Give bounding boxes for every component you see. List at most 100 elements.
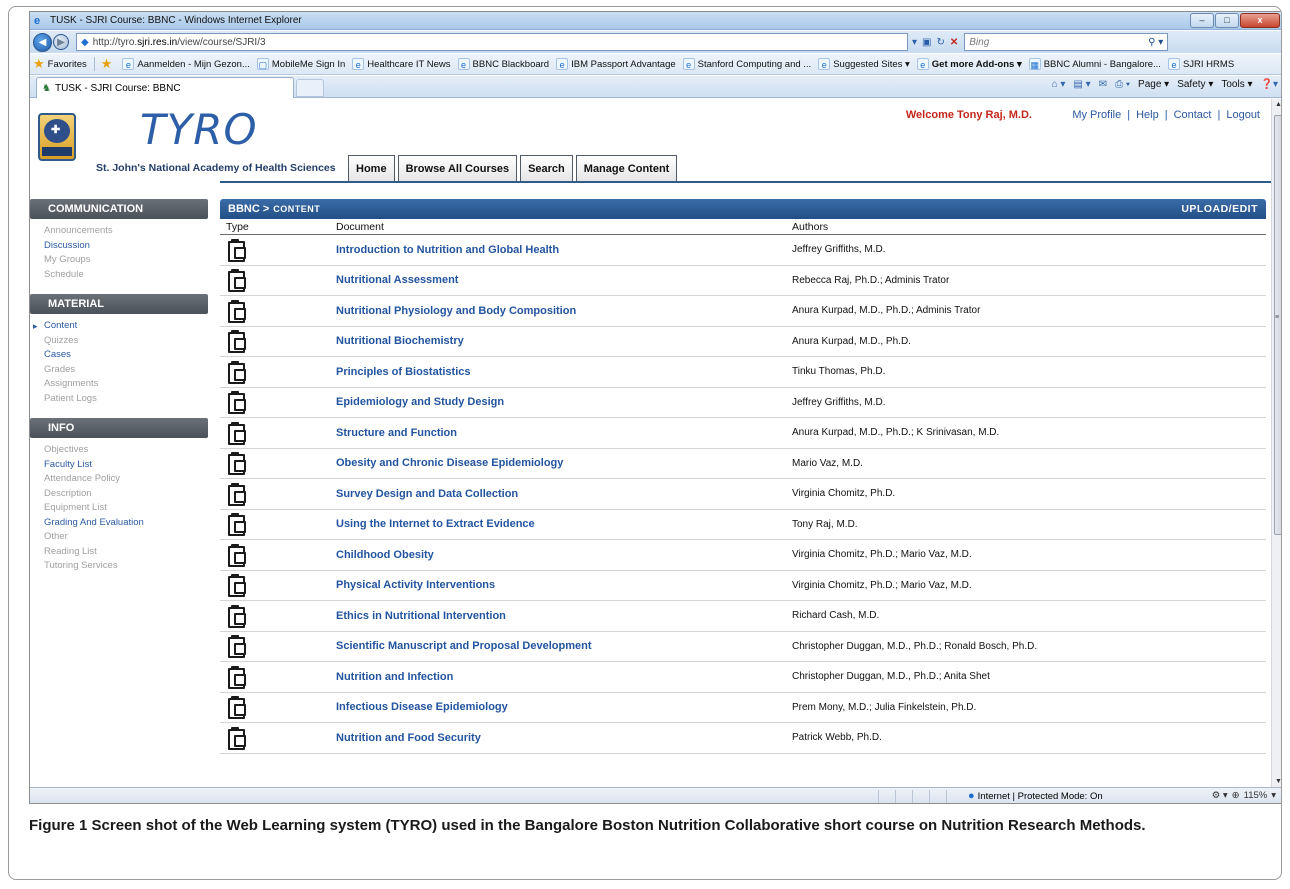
favorite-link[interactable]: e IBM Passport Advantage [556,58,676,70]
document-collection-icon[interactable] [228,482,246,506]
sidebar-item-faculty-list[interactable]: Faculty List [44,458,208,473]
sidebar-item-attendance-policy[interactable]: Attendance Policy [44,472,208,487]
document-link[interactable]: Infectious Disease Epidemiology [336,701,792,713]
document-collection-icon[interactable] [228,696,246,720]
document-collection-icon[interactable] [228,604,246,628]
document-collection-icon[interactable] [228,391,246,415]
document-collection-icon[interactable] [228,421,246,445]
document-link[interactable]: Principles of Biostatistics [336,366,792,378]
document-collection-icon[interactable] [228,330,246,354]
scrollbar-thumb[interactable] [1274,115,1281,535]
document-collection-icon[interactable] [228,543,246,567]
help-link[interactable]: Help [1130,109,1165,121]
document-link[interactable]: Obesity and Chronic Disease Epidemiology [336,457,792,469]
tools-menu[interactable]: Tools ▾ [1221,79,1252,90]
document-link[interactable]: Structure and Function [336,427,792,439]
sidebar-item-assignments[interactable]: Assignments [44,377,208,392]
sidebar-item-grading-and-evaluation[interactable]: Grading And Evaluation [44,516,208,531]
favorite-link[interactable]: e Suggested Sites ▾ [818,58,910,70]
favorite-link[interactable]: e Stanford Computing and ... [682,58,811,70]
favorite-link[interactable]: e SJRI HRMS [1167,58,1234,70]
tab-search[interactable]: Search [520,155,573,181]
home-icon[interactable]: ⌂ ▾ [1052,79,1066,90]
minimize-button[interactable]: – [1190,13,1214,28]
add-favorite-button[interactable]: ★ [101,56,116,72]
document-link[interactable]: Nutrition and Food Security [336,732,792,744]
url-field[interactable]: ◆ http://tyro. sjri.res.in/view/course/SJ… [76,33,908,51]
tab-manage-content[interactable]: Manage Content [575,155,678,181]
sidebar-item-announcements[interactable]: Announcements [44,224,208,239]
stop-icon[interactable]: ✕ [950,37,958,48]
favorite-link[interactable]: ▢ MobileMe Sign In [256,58,345,70]
tab-browse-all-courses[interactable]: Browse All Courses [397,155,518,181]
search-input[interactable]: Bing ⚲ ▾ [964,33,1169,51]
sidebar-item-my-groups[interactable]: My Groups [44,253,208,268]
search-icon[interactable]: ⚲ ▾ [1148,37,1163,48]
logout-link[interactable]: Logout [1220,109,1266,121]
site-logo[interactable]: TYRO [140,105,258,154]
document-link[interactable]: Survey Design and Data Collection [336,488,792,500]
favorite-link[interactable]: e BBNC Blackboard [457,58,549,70]
security-zone[interactable]: ● Internet | Protected Mode: On [968,790,1103,802]
sidebar-item-content[interactable]: Content [33,319,208,334]
favorites-button[interactable]: ★ Favorites [33,56,87,72]
page-menu[interactable]: Page ▾ [1138,79,1169,90]
sidebar-item-equipment-list[interactable]: Equipment List [44,501,208,516]
sidebar-item-quizzes[interactable]: Quizzes [44,334,208,349]
tab-tusk-course[interactable]: ♞ TUSK - SJRI Course: BBNC [36,77,294,98]
close-button[interactable]: x [1240,13,1280,28]
compatibility-icon[interactable]: ▣ [922,37,931,48]
sidebar-item-reading-list[interactable]: Reading List [44,545,208,560]
safety-menu[interactable]: Safety ▾ [1177,79,1213,90]
document-link[interactable]: Ethics in Nutritional Intervention [336,610,792,622]
document-link[interactable]: Using the Internet to Extract Evidence [336,518,792,530]
document-collection-icon[interactable] [228,269,246,293]
document-link[interactable]: Nutritional Assessment [336,274,792,286]
document-collection-icon[interactable] [228,299,246,323]
upload-edit-link[interactable]: UPLOAD/EDIT [1181,203,1258,215]
document-collection-icon[interactable] [228,665,246,689]
sidebar-item-schedule[interactable]: Schedule [44,268,208,283]
favorite-link[interactable]: e Healthcare IT News [352,58,451,70]
contact-link[interactable]: Contact [1168,109,1218,121]
sidebar-item-description[interactable]: Description [44,487,208,502]
maximize-button[interactable]: □ [1215,13,1239,28]
help-icon[interactable]: ❓▾ [1261,79,1278,90]
document-collection-icon[interactable] [228,452,246,476]
document-link[interactable]: Nutritional Biochemistry [336,335,792,347]
tab-home[interactable]: Home [348,155,395,181]
document-link[interactable]: Scientific Manuscript and Proposal Devel… [336,640,792,652]
zoom-dropdown-icon[interactable]: ▾ [1271,790,1276,801]
sidebar-item-objectives[interactable]: Objectives [44,443,208,458]
print-icon[interactable]: ⎙ ▾ [1115,79,1130,90]
mail-icon[interactable]: ✉ [1099,79,1107,90]
sidebar-item-grades[interactable]: Grades [44,363,208,378]
sidebar-item-patient-logs[interactable]: Patient Logs [44,392,208,407]
document-link[interactable]: Nutritional Physiology and Body Composit… [336,305,792,317]
document-collection-icon[interactable] [228,635,246,659]
sidebar-item-other[interactable]: Other [44,530,208,545]
vertical-scrollbar[interactable]: ▲ ≡ ▼ [1271,99,1281,787]
refresh-icon[interactable]: ↻ [936,37,944,48]
zoom-control[interactable]: ⚙ ▾ ⊕ 115% ▾ [1212,790,1276,801]
sidebar-item-cases[interactable]: Cases [44,348,208,363]
document-link[interactable]: Nutrition and Infection [336,671,792,683]
forward-button[interactable]: ▶ [53,34,69,50]
sidebar-item-tutoring-services[interactable]: Tutoring Services [44,559,208,574]
back-button[interactable]: ◀ [33,32,52,52]
page-tools-icon[interactable]: ⚙ ▾ [1212,790,1228,801]
document-collection-icon[interactable] [228,574,246,598]
document-collection-icon[interactable] [228,360,246,384]
dropdown-arrow-icon[interactable]: ▾ [912,37,917,48]
sidebar-item-discussion[interactable]: Discussion [44,239,208,254]
document-link[interactable]: Childhood Obesity [336,549,792,561]
breadcrumb-course[interactable]: BBNC > [228,203,269,215]
document-link[interactable]: Introduction to Nutrition and Global Hea… [336,244,792,256]
favorite-link[interactable]: ▦ BBNC Alumni - Bangalore... [1028,58,1161,70]
document-link[interactable]: Epidemiology and Study Design [336,396,792,408]
my-profile-link[interactable]: My Profile [1066,109,1127,121]
document-collection-icon[interactable] [228,238,246,262]
document-collection-icon[interactable] [228,726,246,750]
scroll-down-icon[interactable]: ▼ [1275,778,1281,785]
favorite-link[interactable]: e Get more Add-ons ▾ [916,58,1022,70]
